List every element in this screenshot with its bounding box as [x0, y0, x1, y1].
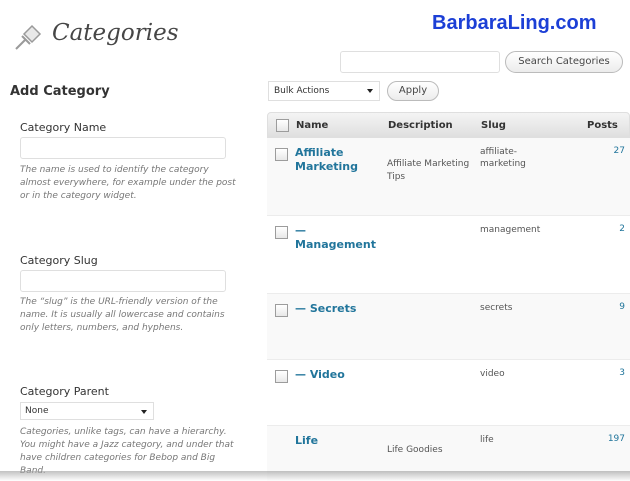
- table-header: Name Description Slug Posts: [267, 112, 630, 138]
- category-slug: life: [480, 435, 494, 445]
- chevron-down-icon: [367, 89, 373, 93]
- category-name-link[interactable]: — Video: [295, 368, 381, 382]
- category-post-count[interactable]: 2: [587, 224, 625, 234]
- category-post-count[interactable]: 3: [587, 368, 625, 378]
- category-name-link[interactable]: Affiliate Marketing: [295, 146, 381, 174]
- pushpin-icon: [15, 24, 42, 50]
- add-category-heading: Add Category: [10, 84, 110, 99]
- category-post-count[interactable]: 197: [587, 434, 625, 444]
- category-name-label: Category Name: [20, 121, 107, 134]
- row-checkbox[interactable]: [275, 226, 288, 239]
- categories-table: Name Description Slug Posts Affiliate Ma…: [267, 112, 630, 481]
- column-header-posts[interactable]: Posts: [587, 120, 618, 131]
- category-parent-select[interactable]: None: [20, 402, 154, 420]
- category-name-help: The name is used to identify the categor…: [20, 165, 236, 201]
- search-categories-button[interactable]: Search Categories: [505, 51, 623, 73]
- row-checkbox[interactable]: [275, 304, 288, 317]
- category-slug: management: [480, 225, 541, 235]
- category-post-count[interactable]: 27: [587, 146, 625, 156]
- search-input[interactable]: [340, 51, 500, 73]
- table-row: — Video video 3: [267, 360, 630, 426]
- bottom-edge-shadow: [0, 471, 630, 481]
- category-name-link[interactable]: — Secrets: [295, 302, 381, 316]
- apply-button[interactable]: Apply: [387, 81, 439, 101]
- category-name-link[interactable]: Life: [295, 434, 381, 448]
- category-slug: affiliate-marketing: [480, 147, 526, 169]
- column-header-description[interactable]: Description: [388, 120, 453, 131]
- table-row: — Management management 2: [267, 216, 630, 294]
- table-row: — Secrets secrets 9: [267, 294, 630, 360]
- row-checkbox[interactable]: [275, 370, 288, 383]
- categories-page: Categories BarbaraLing.com Search Catego…: [0, 0, 630, 481]
- category-description: Affiliate Marketing Tips: [387, 159, 470, 182]
- bulk-actions-value: Bulk Actions: [274, 86, 330, 96]
- table-row: Affiliate Marketing Affiliate Marketing …: [267, 138, 630, 216]
- column-header-slug[interactable]: Slug: [481, 120, 506, 131]
- bulk-actions-select[interactable]: Bulk Actions: [268, 81, 380, 101]
- category-post-count[interactable]: 9: [587, 302, 625, 312]
- chevron-down-icon: [141, 410, 147, 414]
- category-slug-field[interactable]: [20, 270, 226, 292]
- category-description: Life Goodies: [387, 445, 443, 455]
- category-slug-help: The “slug” is the URL-friendly version o…: [20, 297, 225, 333]
- category-parent-label: Category Parent: [20, 385, 109, 398]
- category-slug-label: Category Slug: [20, 254, 98, 267]
- row-checkbox[interactable]: [275, 148, 288, 161]
- category-name-link[interactable]: — Management: [295, 224, 381, 252]
- category-parent-value: None: [25, 406, 49, 416]
- page-title: Categories: [52, 20, 179, 46]
- site-brand: BarbaraLing.com: [432, 12, 597, 34]
- select-all-checkbox[interactable]: [276, 119, 289, 132]
- category-slug: secrets: [480, 303, 513, 313]
- category-name-field[interactable]: [20, 137, 226, 159]
- column-header-name[interactable]: Name: [296, 120, 328, 131]
- category-slug: video: [480, 369, 505, 379]
